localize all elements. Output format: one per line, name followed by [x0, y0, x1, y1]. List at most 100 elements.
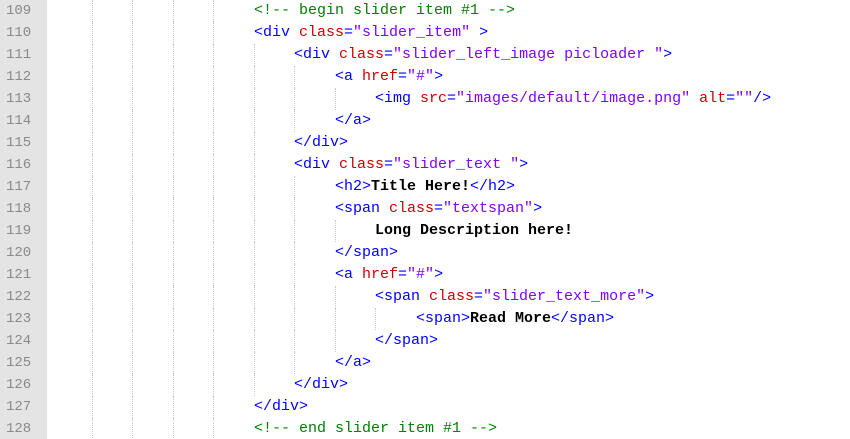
indent-guide — [335, 88, 336, 110]
indent-guide — [294, 176, 295, 198]
indent-guide — [294, 220, 295, 242]
indent-guide — [254, 66, 255, 88]
code-text[interactable]: <a href="#"> — [335, 66, 443, 88]
code-text[interactable]: <span class="slider_text_more"> — [375, 286, 654, 308]
code-line[interactable]: 118 <span class="textspan"> — [0, 198, 850, 220]
indent-guide — [132, 198, 133, 220]
tag-token: > — [645, 288, 655, 305]
code-text[interactable]: <!-- begin slider item #1 --> — [254, 0, 515, 22]
tag-token: = — [447, 90, 457, 107]
code-text[interactable]: </span> — [375, 330, 438, 352]
indent-guide — [254, 308, 255, 330]
indent-guide — [92, 0, 93, 22]
indent-guide — [173, 352, 174, 374]
code-text[interactable]: <div class="slider_text "> — [294, 154, 528, 176]
code-text[interactable]: </div> — [254, 396, 308, 418]
code-line[interactable]: 111 <div class="slider_left_image picload… — [0, 44, 850, 66]
indent-guide — [254, 242, 255, 264]
code-text[interactable]: </div> — [294, 374, 348, 396]
indent-guide — [213, 418, 214, 439]
indent-guide — [213, 374, 214, 396]
code-text[interactable]: </span> — [335, 242, 398, 264]
code-line[interactable]: 113 <img src="images/default/image.png" a… — [0, 88, 850, 110]
code-line[interactable]: 124 </span> — [0, 330, 850, 352]
line-number: 109 — [6, 3, 32, 19]
code-line[interactable]: 114 </a> — [0, 110, 850, 132]
indent-guide — [92, 352, 93, 374]
code-lines[interactable]: 109 <!-- begin slider item #1 --> 110 <div … — [0, 0, 850, 439]
indent-guide — [92, 286, 93, 308]
tag-token: <a — [335, 266, 363, 283]
code-line[interactable]: 110 <div class="slider_item" > — [0, 22, 850, 44]
code-line[interactable]: 125 </a> — [0, 352, 850, 374]
indent-guide — [294, 110, 295, 132]
code-text[interactable]: Long Description here! — [375, 220, 573, 242]
code-editor[interactable]: 109 <!-- begin slider item #1 --> 110 <div … — [0, 0, 850, 439]
tag-token: > — [519, 156, 529, 173]
code-text[interactable]: <span>Read More</span> — [416, 308, 614, 330]
code-text[interactable]: <div class="slider_item" > — [254, 22, 488, 44]
line-number: 126 — [6, 377, 32, 393]
code-line[interactable]: 121 <a href="#"> — [0, 264, 850, 286]
indent-guide — [254, 132, 255, 154]
tag-token: </a> — [335, 112, 372, 129]
indent-guide — [335, 220, 336, 242]
code-line[interactable]: 109 <!-- begin slider item #1 --> — [0, 0, 850, 22]
indent-guide — [213, 308, 214, 330]
code-line[interactable]: 117 <h2>Title Here!</h2> — [0, 176, 850, 198]
indent-guide — [132, 154, 133, 176]
indent-guide — [173, 198, 174, 220]
indent-guide — [213, 198, 214, 220]
code-line[interactable]: 127 </div> — [0, 396, 850, 418]
tag-token: = — [434, 200, 444, 217]
code-line[interactable]: 116 <div class="slider_text "> — [0, 154, 850, 176]
indent-guide — [92, 88, 93, 110]
code-line[interactable]: 115 </div> — [0, 132, 850, 154]
indent-guide — [173, 154, 174, 176]
indent-guide — [92, 22, 93, 44]
tag-token: > — [533, 200, 543, 217]
indent-guide — [173, 242, 174, 264]
code-line[interactable]: 126 </div> — [0, 374, 850, 396]
indent-guide — [254, 88, 255, 110]
indent-guide — [254, 352, 255, 374]
indent-guide — [254, 176, 255, 198]
attribute-token: class — [429, 288, 475, 305]
indent-guide — [254, 330, 255, 352]
code-text[interactable]: <a href="#"> — [335, 264, 443, 286]
indent-guide — [132, 352, 133, 374]
indent-guide — [132, 242, 133, 264]
code-line[interactable]: 119 Long Description here! — [0, 220, 850, 242]
tag-token: = — [398, 266, 408, 283]
indent-guide — [92, 220, 93, 242]
code-text[interactable]: </a> — [335, 352, 371, 374]
code-line[interactable]: 120 </span> — [0, 242, 850, 264]
line-number: 110 — [6, 25, 32, 41]
line-number: 117 — [6, 179, 32, 195]
indent-guide — [173, 0, 174, 22]
code-line[interactable]: 122 <span class="slider_text_more"> — [0, 286, 850, 308]
code-line[interactable]: 128 <!-- end slider item #1 --> — [0, 418, 850, 439]
code-text[interactable]: </div> — [294, 132, 348, 154]
string-token: "slider_text " — [393, 156, 520, 173]
line-number: 112 — [6, 69, 32, 85]
code-text[interactable]: <span class="textspan"> — [335, 198, 542, 220]
line-number: 113 — [6, 91, 32, 107]
indent-guide — [173, 330, 174, 352]
code-text[interactable]: <!-- end slider item #1 --> — [254, 418, 497, 439]
line-number: 119 — [6, 223, 32, 239]
indent-guide — [254, 220, 255, 242]
indent-guide — [294, 330, 295, 352]
code-text[interactable]: </a> — [335, 110, 371, 132]
indent-guide — [132, 176, 133, 198]
indent-guide — [92, 154, 93, 176]
indent-guide — [294, 264, 295, 286]
indent-guide — [213, 66, 214, 88]
indent-guide — [294, 308, 295, 330]
code-text[interactable]: <img src="images/default/image.png" alt=… — [375, 88, 771, 110]
code-text[interactable]: <h2>Title Here!</h2> — [335, 176, 515, 198]
indent-guide — [173, 88, 174, 110]
code-text[interactable]: <div class="slider_left_image picloader … — [294, 44, 672, 66]
code-line[interactable]: 112 <a href="#"> — [0, 66, 850, 88]
code-line[interactable]: 123 <span>Read More</span> — [0, 308, 850, 330]
